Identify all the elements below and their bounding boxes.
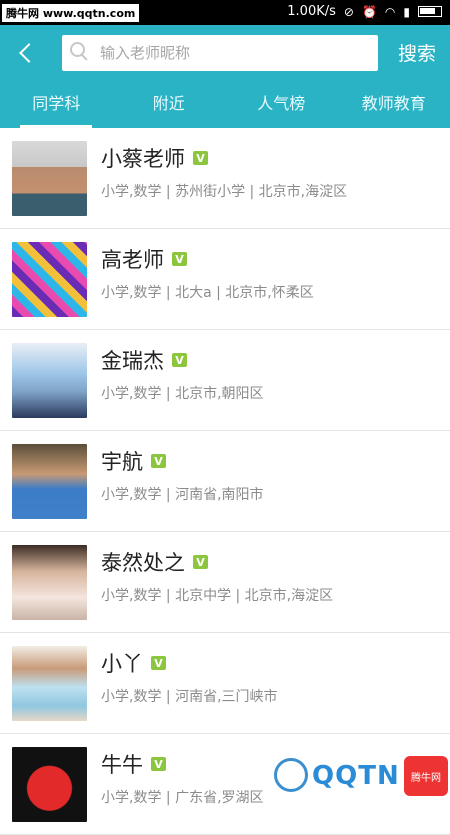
watermark-logo: QQTN 腾牛网	[270, 752, 450, 800]
list-item[interactable]: 宇航 V 小学,数学 | 河南省,南阳市	[0, 431, 450, 532]
avatar	[12, 747, 87, 822]
teacher-detail: 小学,数学 | 北京市,朝阳区	[101, 383, 264, 403]
list-item[interactable]: 高老师 V 小学,数学 | 北大a | 北京市,怀柔区	[0, 229, 450, 330]
teacher-detail: 小学,数学 | 北大a | 北京市,怀柔区	[101, 282, 314, 302]
teacher-list: 小蔡老师 V 小学,数学 | 苏州街小学 | 北京市,海淀区 高老师 V 小学,数学…	[0, 128, 450, 835]
battery-icon	[418, 6, 442, 17]
search-input[interactable]	[100, 41, 360, 65]
wifi-icon: ◠	[385, 5, 395, 19]
globe-icon	[274, 758, 308, 792]
verified-icon: V	[172, 353, 187, 367]
verified-icon: V	[193, 555, 208, 569]
avatar	[12, 242, 87, 317]
teacher-name: 金瑞杰	[101, 345, 164, 375]
status-bar: 腾牛网 www.qqtn.com 1.00K/s ⊘ ⏰ ◠ ▮	[0, 0, 450, 25]
back-icon[interactable]	[14, 38, 40, 68]
teacher-name: 宇航	[101, 446, 143, 476]
verified-icon: V	[193, 151, 208, 165]
teacher-detail: 小学,数学 | 广东省,罗湖区	[101, 787, 264, 807]
watermark-badge: 腾牛网	[404, 756, 448, 796]
avatar	[12, 545, 87, 620]
alarm-icon: ⏰	[362, 5, 377, 19]
teacher-name: 泰然处之	[101, 547, 185, 577]
search-button[interactable]: 搜索	[398, 39, 436, 66]
watermark-brand: QQTN	[312, 761, 400, 791]
teacher-name: 高老师	[101, 244, 164, 274]
signal-icon: ▮	[403, 5, 410, 19]
avatar	[12, 646, 87, 721]
teacher-name: 小丫	[101, 648, 143, 678]
verified-icon: V	[151, 454, 166, 468]
verified-icon: V	[151, 757, 166, 771]
verified-icon: V	[172, 252, 187, 266]
tab-popularity[interactable]: 人气榜	[225, 82, 338, 128]
teacher-detail: 小学,数学 | 河南省,三门峡市	[101, 686, 278, 706]
avatar	[12, 343, 87, 418]
list-item[interactable]: 金瑞杰 V 小学,数学 | 北京市,朝阳区	[0, 330, 450, 431]
tab-bar: 同学科 附近 人气榜 教师教育	[0, 82, 450, 128]
search-icon	[70, 42, 88, 60]
teacher-name: 牛牛	[101, 749, 143, 779]
list-item[interactable]: 小丫 V 小学,数学 | 河南省,三门峡市	[0, 633, 450, 734]
do-not-disturb-icon: ⊘	[344, 5, 354, 19]
tab-teacher-education[interactable]: 教师教育	[338, 82, 450, 128]
teacher-name: 小蔡老师	[101, 143, 185, 173]
avatar	[12, 141, 87, 216]
watermark-text: 腾牛网 www.qqtn.com	[2, 4, 139, 22]
teacher-detail: 小学,数学 | 河南省,南阳市	[101, 484, 264, 504]
top-bar: 搜索	[0, 25, 450, 82]
list-item[interactable]: 泰然处之 V 小学,数学 | 北京中学 | 北京市,海淀区	[0, 532, 450, 633]
status-icons: 1.00K/s ⊘ ⏰ ◠ ▮	[287, 4, 442, 19]
tab-nearby[interactable]: 附近	[113, 82, 226, 128]
teacher-detail: 小学,数学 | 苏州街小学 | 北京市,海淀区	[101, 181, 347, 201]
search-box[interactable]	[62, 35, 378, 71]
avatar	[12, 444, 87, 519]
tab-same-subject[interactable]: 同学科	[0, 82, 113, 128]
verified-icon: V	[151, 656, 166, 670]
network-speed: 1.00K/s	[287, 4, 336, 19]
list-item[interactable]: 小蔡老师 V 小学,数学 | 苏州街小学 | 北京市,海淀区	[0, 128, 450, 229]
teacher-detail: 小学,数学 | 北京中学 | 北京市,海淀区	[101, 585, 333, 605]
